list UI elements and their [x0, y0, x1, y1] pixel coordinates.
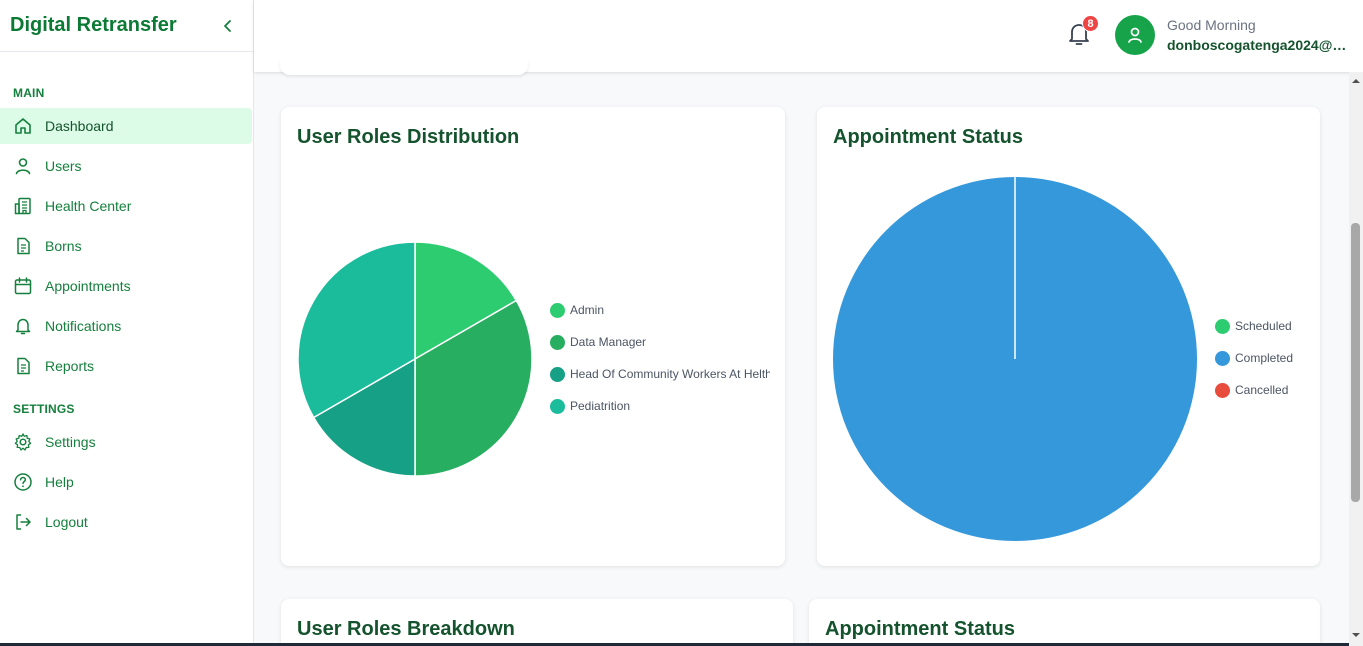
sidebar-item-notifications[interactable]: Notifications	[0, 308, 252, 344]
sidebar-item-label: Dashboard	[45, 118, 114, 134]
legend-swatch	[550, 302, 565, 318]
sidebar-item-label: Notifications	[45, 318, 122, 334]
legend-item-completed[interactable]: Completed	[1215, 342, 1315, 374]
sidebar-item-label: Logout	[45, 514, 88, 530]
sidebar-item-borns[interactable]: Borns	[0, 228, 252, 264]
sidebar-item-reports[interactable]: Reports	[0, 348, 252, 384]
calendar-icon	[13, 276, 33, 296]
sidebar: Digital Retransfer MAIN Dashboard Users …	[0, 0, 254, 646]
legend-swatch	[550, 366, 565, 382]
avatar[interactable]	[1115, 15, 1155, 55]
legend-label: Data Manager	[570, 335, 647, 349]
collapse-sidebar-button[interactable]	[219, 17, 237, 35]
legend-item-scheduled[interactable]: Scheduled	[1215, 310, 1315, 342]
sidebar-item-settings[interactable]: Settings	[0, 424, 252, 460]
legend-item-pediatrition[interactable]: Pediatrition	[550, 390, 770, 422]
legend-label: Completed	[1235, 351, 1294, 365]
chevron-left-icon	[224, 19, 231, 32]
section-label-main: MAIN	[13, 86, 45, 100]
legend-label: Pediatrition	[570, 399, 631, 413]
sidebar-item-label: Users	[45, 158, 82, 174]
sidebar-item-users[interactable]: Users	[0, 148, 252, 184]
card-title: Appointment Status	[825, 618, 1015, 640]
appointment-status-card: Appointment Status Scheduled Completed Can…	[817, 107, 1320, 566]
scrollbar-thumb[interactable]	[1351, 223, 1360, 502]
sidebar-item-dashboard[interactable]: Dashboard	[0, 108, 252, 144]
greeting-text: Good Morning	[1167, 17, 1256, 33]
user-roles-breakdown-card: User Roles Breakdown	[281, 599, 793, 646]
user-icon	[13, 156, 33, 176]
sidebar-item-appointments[interactable]: Appointments	[0, 268, 252, 304]
sidebar-item-label: Health Center	[45, 198, 132, 214]
legend-label: Cancelled	[1235, 383, 1289, 397]
legend-label: Scheduled	[1235, 319, 1292, 333]
scroll-down-arrow-icon[interactable]	[1351, 630, 1361, 640]
user-roles-legend: Admin Data Manager Head Of Community Worke…	[550, 294, 770, 422]
legend-item-cancelled[interactable]: Cancelled	[1215, 374, 1315, 406]
document-icon	[13, 236, 33, 256]
sidebar-item-label: Appointments	[45, 278, 131, 294]
search-bar-partial[interactable]	[280, 60, 528, 75]
legend-label: Head Of Community Workers At Helth Cente…	[570, 367, 770, 381]
sidebar-item-label: Help	[45, 474, 74, 490]
legend-label: Admin	[570, 303, 605, 317]
legend-swatch	[550, 398, 565, 414]
notification-count-badge: 8	[1082, 15, 1099, 32]
legend-swatch	[1215, 350, 1230, 366]
help-circle-icon	[13, 472, 33, 492]
appointment-status-card-2: Appointment Status	[809, 599, 1320, 646]
legend-swatch	[1215, 382, 1230, 398]
scroll-up-arrow-icon[interactable]	[1351, 76, 1361, 86]
sidebar-item-label: Borns	[45, 238, 82, 254]
home-icon	[13, 116, 33, 136]
user-roles-distribution-card: User Roles Distribution Admin Data Manage…	[281, 107, 785, 566]
user-icon	[1128, 27, 1142, 43]
app-title: Digital Retransfer	[10, 14, 177, 36]
card-title: User Roles Breakdown	[297, 618, 515, 640]
sidebar-item-help[interactable]: Help	[0, 464, 252, 500]
building-icon	[13, 196, 33, 216]
sidebar-item-label: Settings	[45, 434, 96, 450]
logout-icon	[13, 512, 33, 532]
legend-item-head-of-community-workers-at-helth-center[interactable]: Head Of Community Workers At Helth Cente…	[550, 358, 770, 390]
legend-item-data-manager[interactable]: Data Manager	[550, 326, 770, 358]
legend-item-admin[interactable]: Admin	[550, 294, 770, 326]
appointment-status-legend: Scheduled Completed Cancelled	[1215, 310, 1315, 406]
brand-bar: Digital Retransfer	[0, 0, 253, 52]
document-icon	[13, 356, 33, 376]
sidebar-item-logout[interactable]: Logout	[0, 504, 252, 540]
bell-icon	[13, 316, 33, 336]
legend-swatch	[550, 334, 565, 350]
sidebar-item-health-center[interactable]: Health Center	[0, 188, 252, 224]
sidebar-item-label: Reports	[45, 358, 95, 374]
section-label-settings: SETTINGS	[13, 402, 75, 416]
legend-swatch	[1215, 318, 1230, 334]
gear-icon	[13, 432, 33, 452]
user-email: donboscogatenga2024@g...	[1167, 37, 1350, 53]
